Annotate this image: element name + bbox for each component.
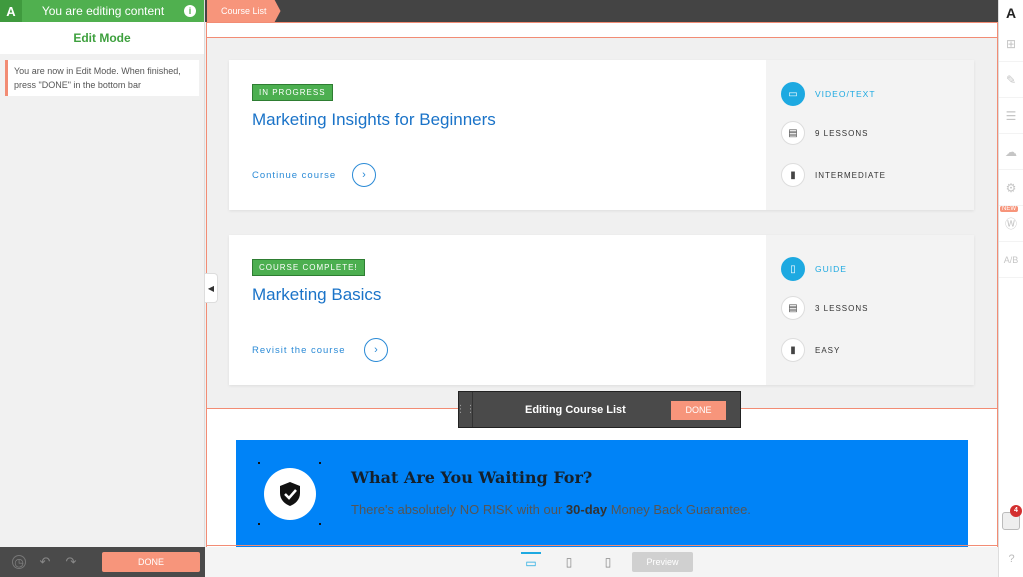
meta-level-label: INTERMEDIATE bbox=[815, 170, 886, 180]
status-badge: IN PROGRESS bbox=[252, 84, 333, 101]
meta-lessons-label: 3 LESSONS bbox=[815, 303, 869, 313]
video-icon: ▭ bbox=[781, 82, 805, 106]
info-icon[interactable]: i bbox=[184, 5, 196, 17]
meta-lessons: ▤ 3 LESSONS bbox=[781, 296, 868, 320]
notification-count-badge: 4 bbox=[1010, 505, 1022, 517]
edit-sidebar: A You are editing content i Edit Mode Yo… bbox=[0, 0, 205, 577]
app-logo[interactable]: A bbox=[0, 0, 22, 22]
wordpress-glyph: Ⓦ bbox=[1004, 217, 1017, 231]
meta-type-label: GUIDE bbox=[815, 264, 847, 274]
top-bar: Course List bbox=[205, 0, 998, 22]
meta-type: ▭ VIDEO/TEXT bbox=[781, 82, 876, 106]
breadcrumb[interactable]: Course List bbox=[207, 0, 281, 22]
new-badge: NEW bbox=[1000, 206, 1018, 212]
device-toolbar: ▭ ▯ ▯ Preview bbox=[205, 547, 998, 577]
meta-lessons: ▤ 9 LESSONS bbox=[781, 121, 868, 145]
page-canvas: IN PROGRESS Marketing Insights for Begin… bbox=[207, 22, 997, 547]
course-meta: ▭ VIDEO/TEXT ▤ 9 LESSONS ▮ INTERMEDIATE bbox=[766, 60, 974, 210]
cta-text-pre: There's absolutely NO RISK with our bbox=[351, 502, 566, 517]
desktop-icon[interactable]: ▭ bbox=[521, 552, 541, 572]
edit-mode-note: You are now in Edit Mode. When finished,… bbox=[5, 60, 199, 96]
meta-level-label: EASY bbox=[815, 345, 841, 355]
preview-button[interactable]: Preview bbox=[632, 552, 693, 572]
sliders-icon[interactable]: ☰ bbox=[999, 98, 1023, 134]
continue-course-link[interactable]: Continue course bbox=[252, 170, 336, 181]
selection-dot bbox=[258, 462, 260, 464]
collapse-sidebar-button[interactable]: ◀ bbox=[205, 273, 218, 303]
selection-dot bbox=[319, 462, 321, 464]
chevron-right-icon[interactable]: › bbox=[352, 163, 376, 187]
cta-text-post: Money Back Guarantee. bbox=[607, 502, 751, 517]
book-icon: ▯ bbox=[781, 257, 805, 281]
add-element-icon[interactable]: ⊞ bbox=[999, 26, 1023, 62]
level-bars-icon: ▮ bbox=[781, 338, 805, 362]
selection-dot bbox=[319, 523, 321, 525]
sidebar-footer: ◷ ↶ ↷ DONE bbox=[0, 547, 205, 577]
undo-icon[interactable]: ↶ bbox=[38, 554, 52, 569]
selection-frame bbox=[206, 545, 998, 546]
cta-section[interactable]: What Are You Waiting For? There's absolu… bbox=[236, 440, 968, 547]
editing-title: You are editing content bbox=[41, 4, 165, 18]
mode-title: Edit Mode bbox=[0, 22, 204, 54]
mobile-icon[interactable]: ▯ bbox=[598, 552, 618, 572]
cta-heading[interactable]: What Are You Waiting For? bbox=[351, 468, 592, 487]
course-title[interactable]: Marketing Insights for Beginners bbox=[252, 110, 496, 130]
wordpress-icon[interactable]: NEW Ⓦ bbox=[999, 206, 1023, 242]
help-icon[interactable]: ? bbox=[1005, 553, 1018, 566]
document-icon: ▤ bbox=[781, 296, 805, 320]
cta-text[interactable]: There's absolutely NO RISK with our 30-d… bbox=[351, 502, 751, 517]
gear-icon[interactable]: ⚙ bbox=[999, 170, 1023, 206]
redo-icon[interactable]: ↷ bbox=[64, 554, 78, 569]
meta-lessons-label: 9 LESSONS bbox=[815, 128, 869, 138]
status-badge: COURSE COMPLETE! bbox=[252, 259, 365, 276]
editing-toolbar-title: Editing Course List bbox=[525, 403, 626, 416]
editing-toolbar[interactable]: ⋮⋮ Editing Course List DONE bbox=[456, 391, 741, 428]
course-card-main: COURSE COMPLETE! Marketing Basics Revisi… bbox=[229, 235, 766, 385]
chevron-right-icon[interactable]: › bbox=[364, 338, 388, 362]
right-toolbar: A ⊞ ✎ ☰ ☁ ⚙ NEW Ⓦ A/B 4 ? bbox=[998, 0, 1023, 577]
brand-logo[interactable]: A bbox=[999, 0, 1023, 26]
course-card: IN PROGRESS Marketing Insights for Begin… bbox=[229, 60, 974, 210]
sidebar-done-button[interactable]: DONE bbox=[102, 552, 200, 572]
editing-header: A You are editing content i bbox=[0, 0, 204, 22]
brush-icon[interactable]: ✎ bbox=[999, 62, 1023, 98]
course-card: COURSE COMPLETE! Marketing Basics Revisi… bbox=[229, 235, 974, 385]
meta-type: ▯ GUIDE bbox=[781, 257, 847, 281]
course-list-section[interactable]: IN PROGRESS Marketing Insights for Begin… bbox=[207, 37, 997, 409]
course-card-main: IN PROGRESS Marketing Insights for Begin… bbox=[229, 60, 766, 210]
course-meta: ▯ GUIDE ▤ 3 LESSONS ▮ EASY bbox=[766, 235, 974, 385]
drag-handle-icon[interactable]: ⋮⋮ bbox=[456, 392, 476, 427]
selection-frame bbox=[206, 22, 998, 23]
shield-check-icon[interactable] bbox=[264, 468, 316, 520]
meta-level: ▮ EASY bbox=[781, 338, 840, 362]
revisit-course-link[interactable]: Revisit the course bbox=[252, 345, 346, 356]
document-icon: ▤ bbox=[781, 121, 805, 145]
level-bars-icon: ▮ bbox=[781, 163, 805, 187]
selection-dot bbox=[258, 523, 260, 525]
cloud-download-icon[interactable]: ☁ bbox=[999, 134, 1023, 170]
course-title[interactable]: Marketing Basics bbox=[252, 285, 381, 305]
done-button[interactable]: DONE bbox=[671, 401, 726, 420]
tablet-icon[interactable]: ▯ bbox=[559, 552, 579, 572]
meta-level: ▮ INTERMEDIATE bbox=[781, 163, 886, 187]
history-icon[interactable]: ◷ bbox=[12, 555, 26, 569]
ab-test-icon[interactable]: A/B bbox=[999, 242, 1023, 278]
cta-text-bold: 30-day bbox=[565, 502, 608, 517]
meta-type-label: VIDEO/TEXT bbox=[815, 89, 876, 99]
